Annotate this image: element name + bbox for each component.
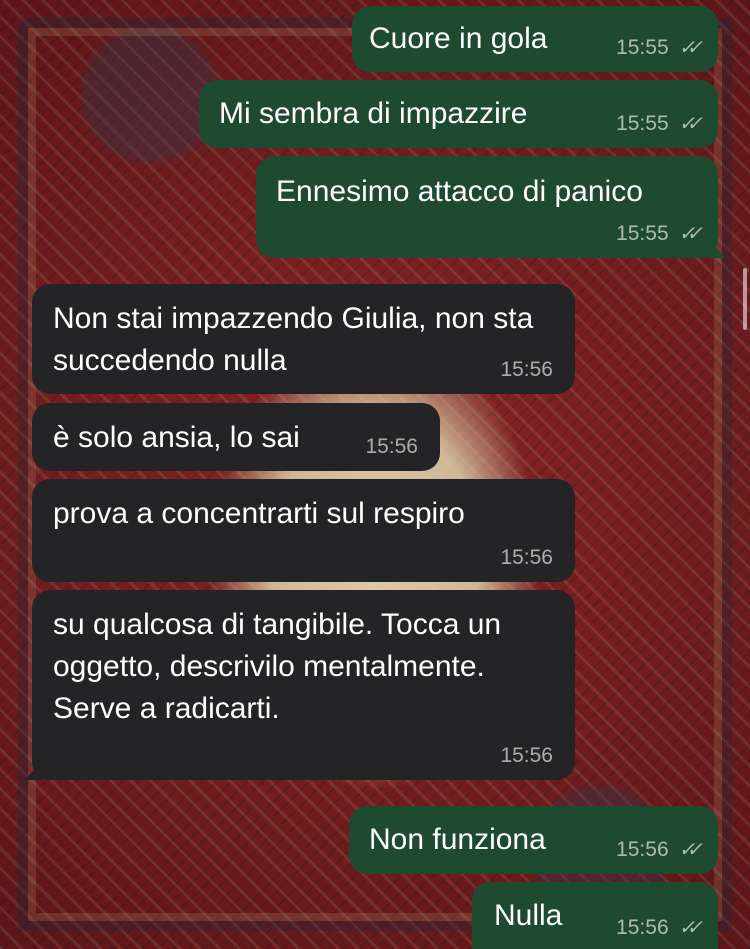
outgoing-message-bubble[interactable]: Non funziona 15:56 ✓✓ [349,806,718,874]
incoming-message-bubble[interactable]: prova a concentrarti sul respiro 15:56 [32,479,575,582]
double-check-icon: ✓✓ [678,839,699,861]
message-timestamp: 15:56 [500,358,553,381]
message-meta: 15:56 [500,744,553,768]
message-text: Mi sembra di impazzire [219,97,528,130]
message-text: Nulla [494,899,563,932]
message-timestamp: 15:56 [616,838,669,861]
message-text: Non stai impazzendo Giulia, non sta succ… [53,302,534,377]
message-timestamp: 15:55 [616,112,669,135]
message-text: Ennesimo attacco di panico [276,175,643,208]
outgoing-message-bubble[interactable]: Mi sembra di impazzire 15:55 ✓✓ [199,80,718,148]
message-meta: 15:56 [500,358,553,382]
message-timestamp: 15:56 [500,744,553,767]
message-timestamp: 15:55 [616,222,669,245]
message-timestamp: 15:56 [365,435,418,458]
double-check-icon: ✓✓ [678,37,699,59]
message-meta: 15:56 ✓✓ [616,916,699,940]
message-meta: 15:56 ✓✓ [616,838,699,862]
outgoing-message-bubble[interactable]: Ennesimo attacco di panico 15:55 ✓✓ [256,156,726,258]
message-text: è solo ansia, lo sai [53,421,300,454]
message-text: Non funziona [369,823,546,856]
message-timestamp: 15:55 [616,36,669,59]
message-text: prova a concentrarti sul respiro [53,497,465,530]
chat-conversation[interactable]: Cuore in gola 15:55 ✓✓ Mi sembra di impa… [0,0,750,949]
message-meta: 15:56 [365,435,418,459]
message-timestamp: 15:56 [500,546,553,569]
incoming-message-bubble[interactable]: su qualcosa di tangibile. Tocca un ogget… [24,590,575,780]
double-check-icon: ✓✓ [678,113,699,135]
message-meta: 15:56 [500,546,553,570]
outgoing-message-bubble[interactable]: Nulla 15:56 ✓✓ [472,882,718,949]
message-timestamp: 15:56 [616,916,669,939]
double-check-icon: ✓✓ [678,917,699,939]
message-text: su qualcosa di tangibile. Tocca un ogget… [53,608,502,725]
message-meta: 15:55 ✓✓ [616,112,699,136]
incoming-message-bubble[interactable]: Non stai impazzendo Giulia, non sta succ… [32,284,575,394]
double-check-icon: ✓✓ [678,223,699,245]
scroll-indicator[interactable] [743,268,747,330]
incoming-message-bubble[interactable]: è solo ansia, lo sai 15:56 [32,403,440,471]
bubble-tail [708,240,726,258]
message-meta: 15:55 ✓✓ [616,222,699,246]
message-text: Cuore in gola [369,22,548,55]
outgoing-message-bubble[interactable]: Cuore in gola 15:55 ✓✓ [352,6,718,72]
bubble-tail [24,762,42,780]
message-meta: 15:55 ✓✓ [616,36,699,60]
